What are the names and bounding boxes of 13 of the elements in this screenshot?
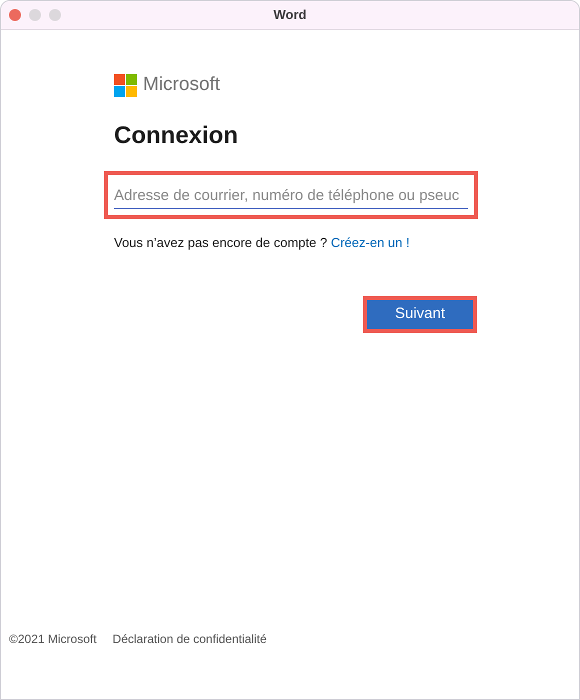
privacy-link[interactable]: Déclaration de confidentialité <box>112 630 267 648</box>
no-account-text: Vous n’avez pas encore de compte ? Créez-en un ! <box>114 234 411 252</box>
close-button[interactable] <box>9 9 21 21</box>
windows-logo-icon <box>114 74 137 97</box>
next-button[interactable]: Suivant <box>367 300 473 329</box>
minimize-button[interactable] <box>29 9 41 21</box>
brand-name: Microsoft <box>143 73 220 97</box>
zoom-button[interactable] <box>49 9 61 21</box>
sign-in-heading: Connexion <box>114 120 239 150</box>
window-title: Word <box>274 6 306 24</box>
email-field[interactable]: Adresse de courrier, numéro de téléphone ou pseuc <box>114 182 468 208</box>
create-account-link[interactable]: Créez-en un ! <box>330 234 410 250</box>
copyright-text: ©2021 Microsoft <box>9 631 97 648</box>
